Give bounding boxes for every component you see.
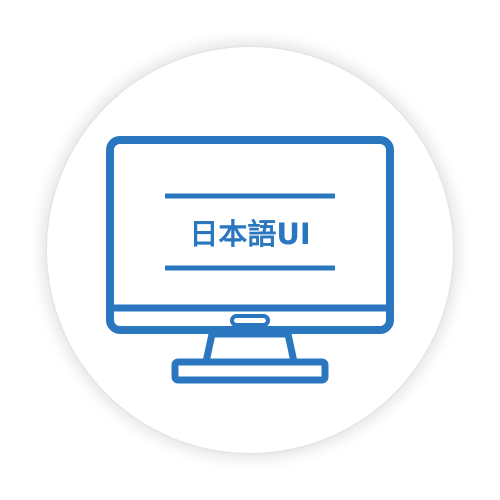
screen-label: 日本語UI	[189, 217, 310, 251]
power-indicator	[230, 314, 270, 327]
monitor-stand	[201, 330, 299, 366]
monitor-base	[171, 358, 329, 384]
monitor-icon: 日本語UI	[106, 136, 394, 384]
icon-badge: 日本語UI	[0, 0, 500, 500]
